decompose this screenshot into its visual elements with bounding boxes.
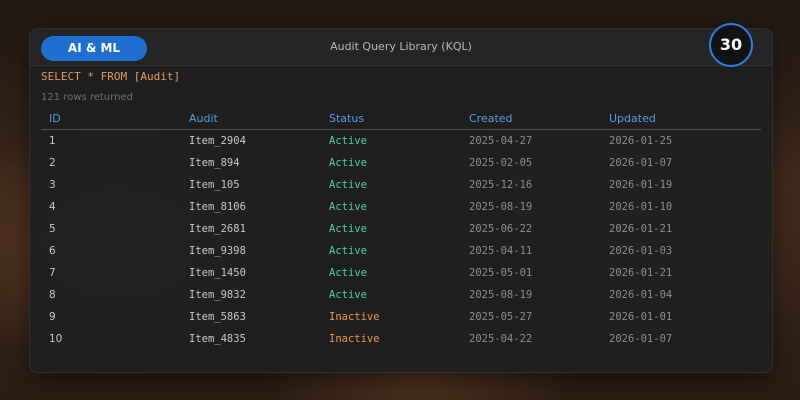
- cell-id: 4: [49, 201, 56, 213]
- cell-created: 2025-05-27: [469, 311, 533, 323]
- cell-updated: 2026-01-04: [609, 289, 673, 301]
- cell-audit: Item_5863: [189, 311, 246, 323]
- cell-audit: Item_2904: [189, 135, 246, 147]
- cell-audit: Item_105: [189, 179, 240, 191]
- count-badge: 30: [709, 23, 753, 67]
- cell-updated: 2026-01-19: [609, 179, 673, 191]
- cell-status: Active: [329, 135, 367, 147]
- cell-updated: 2026-01-21: [609, 267, 673, 279]
- cell-status: Active: [329, 245, 367, 257]
- table-row[interactable]: 6 Item_9398 Active 2025-04-11 2026-01-03: [41, 240, 761, 262]
- column-header-created[interactable]: Created: [461, 108, 601, 130]
- cell-status: Active: [329, 223, 367, 235]
- table-row[interactable]: 5 Item_2681 Active 2025-06-22 2026-01-21: [41, 218, 761, 240]
- cell-created: 2025-04-22: [469, 333, 533, 345]
- cell-created: 2025-08-19: [469, 201, 533, 213]
- cell-status: Inactive: [329, 311, 380, 323]
- table-row[interactable]: 1 Item_2904 Active 2025-04-27 2026-01-25: [41, 130, 761, 153]
- cell-status: Active: [329, 267, 367, 279]
- column-header-audit[interactable]: Audit: [181, 108, 321, 130]
- cell-status: Active: [329, 157, 367, 169]
- cell-id: 10: [49, 333, 63, 345]
- table-row[interactable]: 8 Item_9832 Active 2025-08-19 2026-01-04: [41, 284, 761, 306]
- cell-audit: Item_8106: [189, 201, 246, 213]
- cell-created: 2025-06-22: [469, 223, 533, 235]
- cell-created: 2025-08-19: [469, 289, 533, 301]
- cell-audit: Item_894: [189, 157, 240, 169]
- cell-updated: 2026-01-03: [609, 245, 673, 257]
- column-header-status[interactable]: Status: [321, 108, 461, 130]
- cell-created: 2025-04-11: [469, 245, 533, 257]
- cell-id: 5: [49, 223, 56, 235]
- cell-id: 8: [49, 289, 56, 301]
- table-row[interactable]: 2 Item_894 Active 2025-02-05 2026-01-07: [41, 152, 761, 174]
- cell-id: 7: [49, 267, 56, 279]
- cell-audit: Item_2681: [189, 223, 246, 235]
- cell-created: 2025-02-05: [469, 157, 533, 169]
- cell-audit: Item_4835: [189, 333, 246, 345]
- table-body: 1 Item_2904 Active 2025-04-27 2026-01-25 2 Ite…: [41, 130, 761, 351]
- panel-title: Audit Query Library (KQL): [330, 40, 472, 53]
- results-table: ID Audit Status Created Updated 1 Item_29…: [41, 108, 761, 350]
- cell-audit: Item_9832: [189, 289, 246, 301]
- table-header-row: ID Audit Status Created Updated: [41, 108, 761, 130]
- cell-created: 2025-05-01: [469, 267, 533, 279]
- cell-audit: Item_9398: [189, 245, 246, 257]
- cell-status: Active: [329, 201, 367, 213]
- cell-updated: 2026-01-07: [609, 157, 673, 169]
- column-header-updated[interactable]: Updated: [601, 108, 761, 130]
- query-results-panel: AI & ML Audit Query Library (KQL) SELECT…: [29, 28, 773, 373]
- cell-updated: 2026-01-21: [609, 223, 673, 235]
- table-row[interactable]: 4 Item_8106 Active 2025-08-19 2026-01-10: [41, 196, 761, 218]
- cell-id: 1: [49, 135, 56, 147]
- table-row[interactable]: 9 Item_5863 Inactive 2025-05-27 2026-01-01: [41, 306, 761, 328]
- table-row[interactable]: 3 Item_105 Active 2025-12-16 2026-01-19: [41, 174, 761, 196]
- cell-updated: 2026-01-25: [609, 135, 673, 147]
- cell-id: 9: [49, 311, 56, 323]
- cell-created: 2025-04-27: [469, 135, 533, 147]
- table-row[interactable]: 10 Item_4835 Inactive 2025-04-22 2026-01-07: [41, 328, 761, 350]
- panel-header: AI & ML Audit Query Library (KQL): [30, 29, 772, 66]
- cell-updated: 2026-01-01: [609, 311, 673, 323]
- cell-updated: 2026-01-10: [609, 201, 673, 213]
- result-summary: 121 rows returned: [41, 92, 133, 103]
- cell-status: Active: [329, 179, 367, 191]
- cell-id: 2: [49, 157, 56, 169]
- cell-created: 2025-12-16: [469, 179, 533, 191]
- cell-status: Active: [329, 289, 367, 301]
- query-text: SELECT * FROM [Audit]: [41, 70, 181, 83]
- table-row[interactable]: 7 Item_1450 Active 2025-05-01 2026-01-21: [41, 262, 761, 284]
- column-header-id[interactable]: ID: [41, 108, 181, 130]
- cell-id: 3: [49, 179, 56, 191]
- cell-status: Inactive: [329, 333, 380, 345]
- cell-audit: Item_1450: [189, 267, 246, 279]
- cell-updated: 2026-01-07: [609, 333, 673, 345]
- cell-id: 6: [49, 245, 56, 257]
